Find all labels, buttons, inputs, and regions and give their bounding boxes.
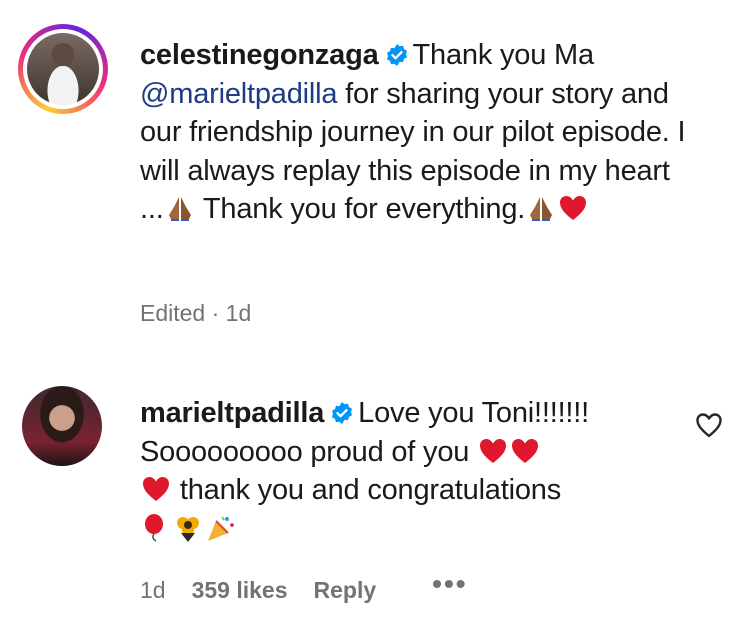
avatar[interactable] [22, 386, 102, 466]
comment-text: Love you Toni!!!!!!! [358, 397, 590, 429]
comment-body: celestinegonzaga Thank you Ma @marieltpad… [140, 36, 700, 229]
comment-meta: Edited · 1d [140, 300, 252, 326]
red-heart-icon [512, 438, 539, 463]
balloon-icon [145, 513, 163, 542]
heart-outline-icon[interactable] [694, 410, 724, 440]
more-options-icon[interactable]: ••• [432, 570, 467, 598]
verified-badge-icon [386, 44, 407, 66]
red-heart-icon [480, 438, 507, 463]
folded-hands-icon [530, 197, 553, 221]
red-heart-icon [560, 196, 587, 220]
verified-badge-icon [332, 402, 353, 424]
folded-hands-icon [168, 197, 191, 221]
comment-text: Sooooooooo proud of you [140, 435, 470, 468]
red-heart-icon [143, 477, 169, 501]
comment-time: 1d [140, 576, 166, 603]
username[interactable]: celestinegonzaga [140, 39, 379, 71]
reply-button[interactable]: Reply [314, 577, 377, 604]
avatar-wrap [22, 386, 102, 466]
comment-text: thank you and congratulations [172, 474, 561, 506]
likes-count[interactable]: 359 likes [192, 577, 288, 604]
comment-text: Thank you Ma [412, 39, 595, 71]
mention-link[interactable]: @marieltpadilla [140, 78, 337, 110]
comment-celestinegonzaga: celestinegonzaga Thank you Ma @marieltpad… [0, 0, 750, 345]
comment-body: marieltpadilla Love you Toni!!!!!!! Soooo… [140, 394, 660, 548]
party-popper-icon [208, 515, 234, 541]
comment-text: Thank you for everything. [195, 193, 526, 225]
avatar[interactable] [27, 33, 99, 105]
comment-marieltpadilla: marieltpadilla Love you Toni!!!!!!! Soooo… [0, 380, 750, 635]
story-ring[interactable] [18, 24, 108, 114]
username[interactable]: marieltpadilla [140, 397, 324, 429]
bouquet-icon [177, 516, 199, 542]
comment-actions: 1d 359 likes Reply ••• [140, 570, 468, 604]
